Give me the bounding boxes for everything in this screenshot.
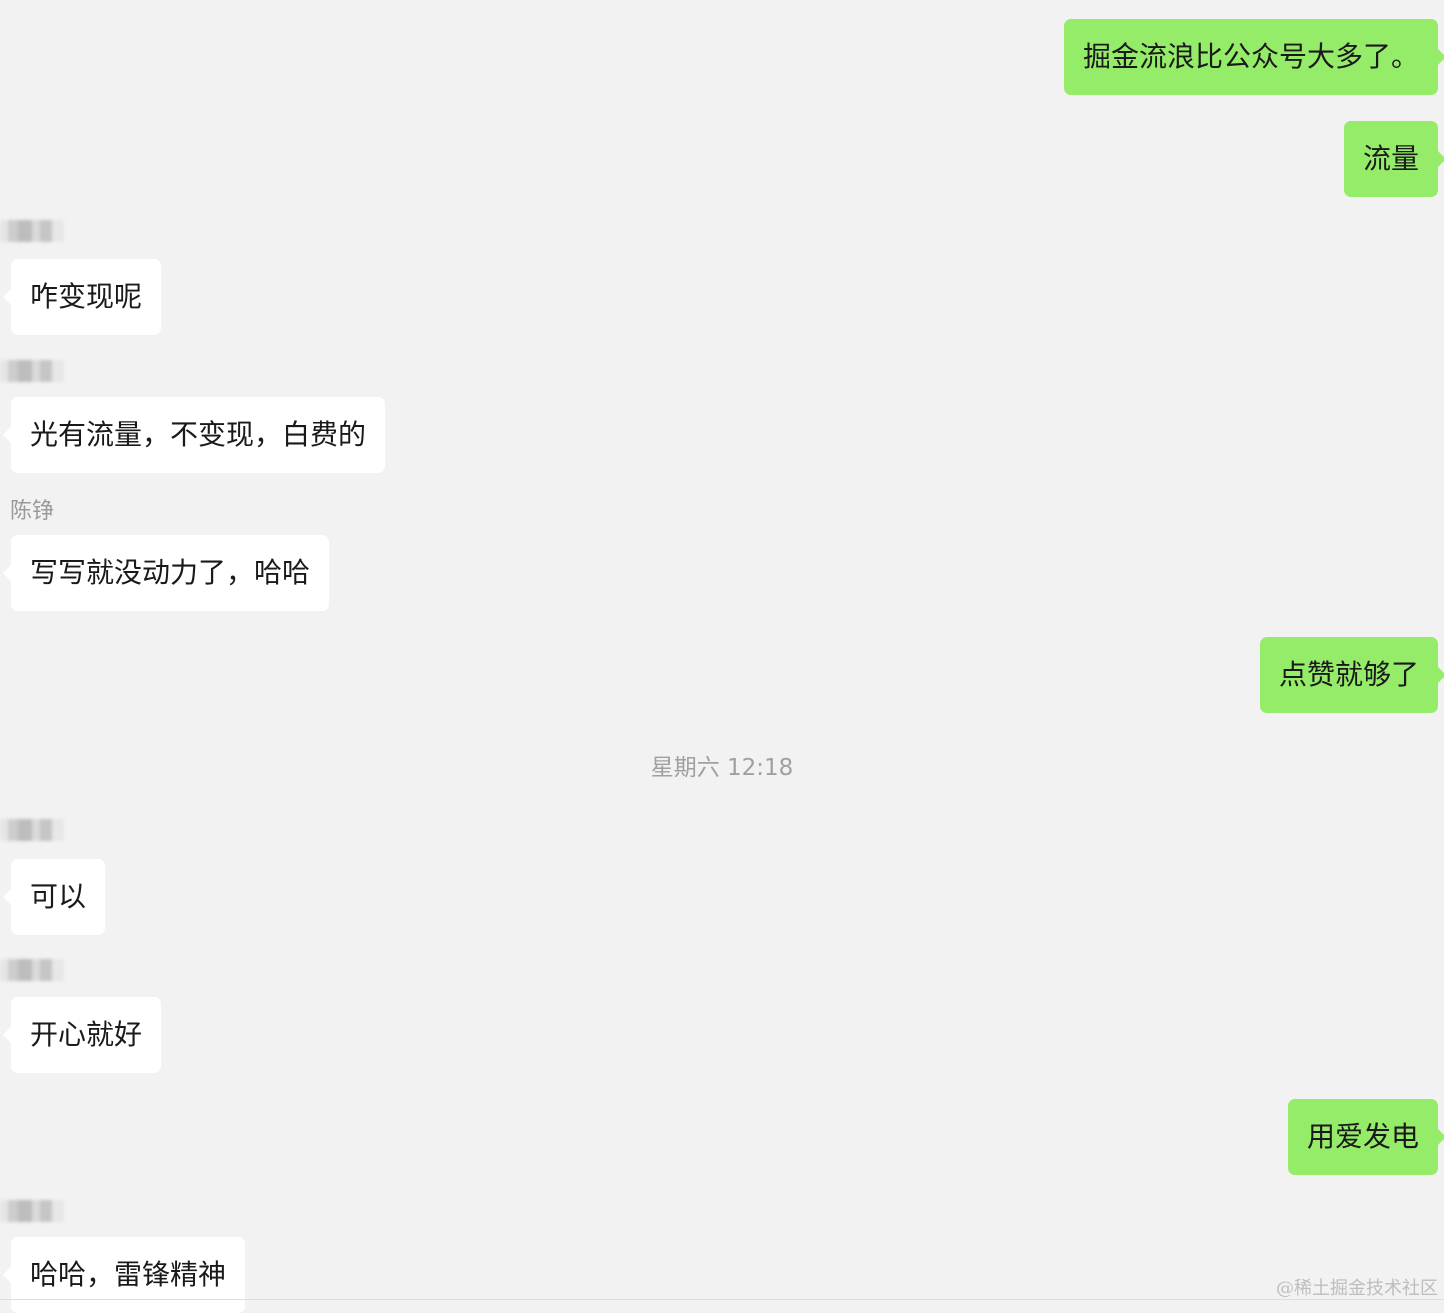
message-bubble-other[interactable]: 开心就好 (2, 997, 162, 1073)
blurred-sender-name (0, 1200, 64, 1222)
blurred-sender-name (0, 360, 64, 382)
chat-message-list[interactable]: 掘金流浪比公众号大多了。 流量 咋变现呢 光有流量，不变现，白费的 陈铮 写写就… (0, 0, 1444, 1313)
sender-name: 陈铮 (10, 499, 55, 524)
divider (0, 1299, 1444, 1300)
message-bubble-self[interactable]: 用爱发电 (1287, 1099, 1444, 1175)
watermark: @稀土掘金技术社区 (1276, 1278, 1438, 1299)
message-bubble-other[interactable]: 可以 (2, 859, 106, 935)
message-bubble-other[interactable]: 咋变现呢 (2, 259, 162, 335)
message-bubble-other[interactable]: 光有流量，不变现，白费的 (2, 397, 386, 473)
blurred-sender-name (0, 959, 64, 981)
message-bubble-self[interactable]: 流量 (1343, 121, 1444, 197)
message-bubble-other[interactable]: 哈哈，雷锋精神 (2, 1237, 246, 1313)
message-bubble-self[interactable]: 掘金流浪比公众号大多了。 (1063, 19, 1444, 95)
blurred-sender-name (0, 819, 64, 841)
message-bubble-other[interactable]: 写写就没动力了，哈哈 (2, 535, 330, 611)
message-bubble-self[interactable]: 点赞就够了 (1259, 637, 1444, 713)
chat-timestamp: 星期六 12:18 (650, 755, 794, 781)
blurred-sender-name (0, 220, 64, 242)
